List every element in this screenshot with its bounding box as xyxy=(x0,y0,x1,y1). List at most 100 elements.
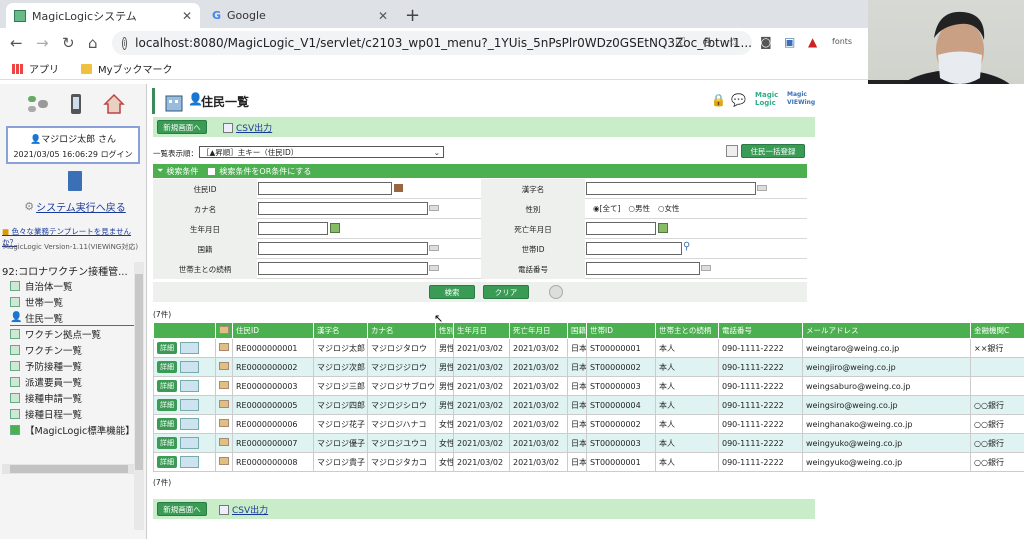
input-helper-button[interactable] xyxy=(429,245,439,251)
close-tab-icon[interactable]: ✕ xyxy=(182,9,192,23)
close-tab-icon[interactable]: ✕ xyxy=(378,9,388,23)
relation-input[interactable] xyxy=(258,262,428,275)
camera-extension-icon[interactable]: ◙ xyxy=(760,35,772,49)
chat-icon[interactable]: 💬 xyxy=(731,93,746,107)
column-header[interactable]: 国籍 xyxy=(567,322,587,339)
or-condition-checkbox[interactable] xyxy=(208,167,216,175)
viewing-logo[interactable]: Magic VIEWing xyxy=(787,91,817,107)
sidebar-item-application[interactable]: 接種申請一覧 xyxy=(10,390,136,406)
pdf-extension-icon[interactable]: ▲ xyxy=(808,35,817,49)
column-header[interactable]: 漢字名 xyxy=(313,322,368,339)
fonts-extension-icon[interactable]: fonts xyxy=(832,37,852,46)
system-back-link[interactable]: システム実行へ戻る xyxy=(36,199,126,214)
search-icon[interactable]: ⚲ xyxy=(683,241,690,252)
detail-button[interactable]: 詳細 xyxy=(157,418,177,431)
view-icon[interactable] xyxy=(180,455,199,468)
input-helper-button[interactable] xyxy=(429,205,439,211)
calendar-icon[interactable] xyxy=(330,223,340,233)
sidebar-item-vaccine-site[interactable]: ワクチン拠点一覧 xyxy=(10,326,136,342)
tab-magiclogic[interactable]: MagicLogicシステム ✕ xyxy=(6,3,200,28)
bulk-register-button[interactable]: 住民一括登録 xyxy=(726,144,805,159)
sidebar-item-staff[interactable]: 派遣要員一覧 xyxy=(10,374,136,390)
gender-radio-female[interactable]: ○女性 xyxy=(658,203,680,214)
sidebar-scrollbar[interactable] xyxy=(134,262,144,530)
view-icon[interactable] xyxy=(180,360,199,373)
sidebar-item-resident[interactable]: 👤 住民一覧 xyxy=(10,310,136,326)
tab-google[interactable]: G Google ✕ xyxy=(204,3,396,28)
kana-name-input[interactable] xyxy=(258,202,428,215)
site-info-icon[interactable]: i xyxy=(122,36,128,50)
mobile-icon[interactable] xyxy=(64,92,88,116)
sidebar-item-vaccine[interactable]: ワクチン一覧 xyxy=(10,342,136,358)
nationality-input[interactable] xyxy=(258,242,428,255)
bookmark-star-icon[interactable]: ☆ xyxy=(728,35,739,49)
column-header[interactable]: 生年月日 xyxy=(453,322,510,339)
detail-button[interactable]: 詳細 xyxy=(157,399,177,412)
address-bar[interactable]: i localhost:8080/MagicLogic_V1/servlet/c… xyxy=(112,31,752,55)
input-helper-button[interactable] xyxy=(757,185,767,191)
new-screen-button-bottom[interactable]: 新規画面へ xyxy=(157,502,207,516)
column-header[interactable]: 住民ID xyxy=(232,322,314,339)
zoom-icon[interactable]: ⊖ xyxy=(702,35,712,49)
column-header[interactable]: 電話番号 xyxy=(718,322,803,339)
view-icon[interactable] xyxy=(180,417,199,430)
home-icon[interactable] xyxy=(102,92,126,116)
lookup-icon[interactable] xyxy=(394,184,403,192)
sidebar-hscrollbar[interactable] xyxy=(2,464,134,474)
sidebar-item-municipality[interactable]: 自治体一覧 xyxy=(10,278,136,294)
death-date-input[interactable] xyxy=(586,222,656,235)
view-icon[interactable] xyxy=(180,379,199,392)
gender-radio-all[interactable]: ◉[全て] xyxy=(593,203,620,214)
column-header[interactable]: カナ名 xyxy=(367,322,436,339)
folder-icon[interactable] xyxy=(219,381,229,389)
folder-icon[interactable] xyxy=(219,362,229,370)
sort-select[interactable]: ［▲昇順］主キー（住民ID） ⌄ xyxy=(199,146,444,158)
detail-button[interactable]: 詳細 xyxy=(157,380,177,393)
sidebar-item-schedule[interactable]: 接種日程一覧 xyxy=(10,406,136,422)
column-header[interactable]: 金融機関C xyxy=(970,322,1024,339)
column-header[interactable]: 世帯ID xyxy=(586,322,656,339)
folder-icon[interactable] xyxy=(219,438,229,446)
detail-button[interactable]: 詳細 xyxy=(157,361,177,374)
sidebar-item-standard[interactable]: 【MagicLogic標準機能】 xyxy=(10,422,136,438)
column-header[interactable]: メールアドレス xyxy=(802,322,971,339)
resident-id-input[interactable] xyxy=(258,182,392,195)
magiclogic-logo[interactable]: Magic Logic xyxy=(755,91,783,107)
folder-icon[interactable] xyxy=(219,400,229,408)
view-icon[interactable] xyxy=(180,341,199,354)
forward-arrow-icon[interactable]: → xyxy=(36,34,49,52)
input-helper-button[interactable] xyxy=(701,265,711,271)
folder-icon[interactable] xyxy=(219,343,229,351)
phone-input[interactable] xyxy=(586,262,700,275)
kanji-name-input[interactable] xyxy=(586,182,756,195)
input-helper-button[interactable] xyxy=(429,265,439,271)
column-header[interactable]: 世帯主との続柄 xyxy=(655,322,719,339)
reload-icon[interactable]: ↻ xyxy=(62,34,75,52)
view-icon[interactable] xyxy=(180,436,199,449)
bookmark-apps[interactable]: アプリ xyxy=(12,61,59,76)
birth-date-input[interactable] xyxy=(258,222,328,235)
view-icon[interactable] xyxy=(180,398,199,411)
folder-icon[interactable] xyxy=(219,457,229,465)
csv-export-link[interactable]: CSV出力 xyxy=(223,121,272,134)
reset-icon[interactable] xyxy=(549,285,563,299)
sidebar-item-vaccination[interactable]: 予防接種一覧 xyxy=(10,358,136,374)
key-icon[interactable]: ⚿ xyxy=(676,35,685,50)
new-tab-button[interactable]: + xyxy=(405,5,420,26)
calendar-icon[interactable] xyxy=(658,223,668,233)
detail-button[interactable]: 詳細 xyxy=(157,342,177,355)
nav-header[interactable]: 92:コロナワクチン接種管... xyxy=(2,263,128,278)
back-arrow-icon[interactable]: ← xyxy=(10,34,23,52)
household-id-input[interactable] xyxy=(586,242,682,255)
detail-button[interactable]: 詳細 xyxy=(157,456,177,469)
lock-icon[interactable]: 🔒 xyxy=(711,93,726,107)
detail-button[interactable]: 詳細 xyxy=(157,437,177,450)
column-header[interactable]: 死亡年月日 xyxy=(509,322,568,339)
search-button[interactable]: 検索 xyxy=(429,285,475,299)
csv-export-link-bottom[interactable]: CSV出力 xyxy=(219,503,268,516)
folder-icon[interactable] xyxy=(219,419,229,427)
clear-button[interactable]: クリア xyxy=(483,285,529,299)
gender-radio-male[interactable]: ○男性 xyxy=(628,203,650,214)
bookmark-my[interactable]: Myブックマーク xyxy=(81,61,173,76)
exit-door-icon[interactable] xyxy=(68,171,82,191)
